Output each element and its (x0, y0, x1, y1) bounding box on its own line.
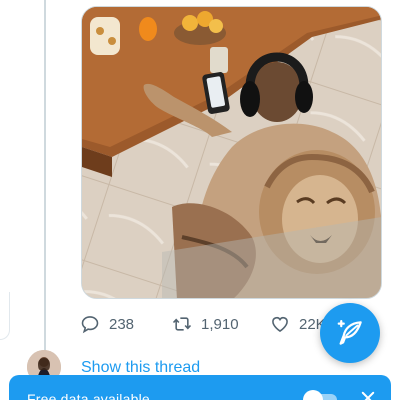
left-card-edge (0, 292, 10, 340)
retweet-icon (172, 317, 192, 331)
retweet-count: 1,910 (201, 315, 239, 333)
reply-count: 238 (109, 315, 135, 333)
compose-feather-icon (337, 320, 362, 345)
like-button[interactable]: 22K (270, 312, 326, 336)
heart-icon (272, 317, 288, 333)
data-saver-toggle[interactable] (303, 390, 339, 400)
toast-message: Free data available (27, 391, 150, 400)
tweet-photo[interactable] (81, 6, 382, 299)
close-icon[interactable] (359, 389, 377, 400)
thread-connector-line (44, 0, 46, 352)
toggle-knob (303, 390, 323, 400)
reply-button[interactable]: 238 (80, 312, 134, 336)
compose-tweet-button[interactable] (320, 303, 380, 363)
data-saver-toast: Free data available (9, 375, 391, 400)
photo-illustration (82, 7, 381, 298)
retweet-button[interactable]: 1,910 (172, 312, 239, 336)
reply-icon (81, 316, 99, 334)
